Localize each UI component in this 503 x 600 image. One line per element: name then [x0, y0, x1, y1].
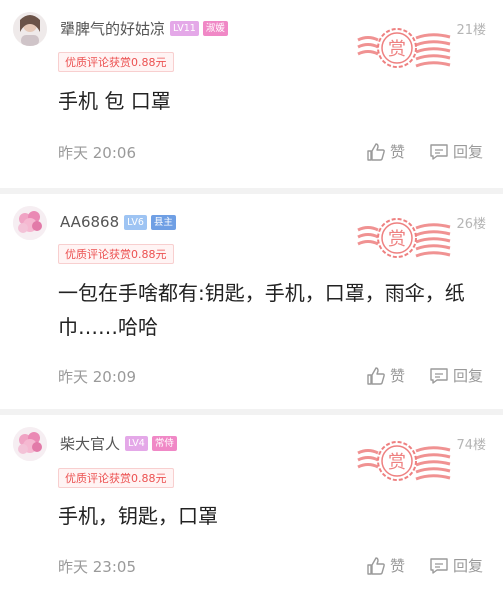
username[interactable]: 犟脾气的好姑凉 — [60, 18, 165, 39]
comment-item: AA6868 LV6 县主 26楼 赏 优质评论获赏0.88元 一包在手啥都有:… — [0, 194, 503, 409]
reply-label: 回复 — [453, 557, 484, 575]
like-label: 赞 — [390, 367, 406, 385]
floor-number: 21楼 — [456, 23, 486, 38]
thumbs-up-icon — [367, 366, 385, 385]
like-label: 赞 — [390, 557, 406, 575]
comment-time: 昨天 23:05 — [58, 558, 136, 576]
comment-content: 手机，钥匙，口罩 — [58, 504, 218, 528]
comment-bubble-icon — [430, 557, 448, 574]
avatar[interactable] — [13, 12, 47, 46]
reward-tag: 优质评论获赏0.88元 — [58, 468, 174, 488]
comment-item: 柴大官人 LV4 常侍 74楼 赏 优质评论获赏0.88元 手机，钥匙，口罩 昨… — [0, 415, 503, 600]
floor-number: 74楼 — [456, 438, 486, 453]
username[interactable]: 柴大官人 — [60, 433, 120, 454]
title-badge: 淑媛 — [202, 20, 228, 36]
comment-time: 昨天 20:09 — [58, 368, 136, 386]
reply-button[interactable]: 回复 — [429, 365, 483, 386]
comment-content: 手机 包 口罩 — [58, 89, 171, 113]
reward-tag: 优质评论获赏0.88元 — [58, 244, 174, 264]
comment-bubble-icon — [430, 143, 448, 160]
comment-content: 一包在手啥都有:钥匙，手机，口罩，雨伞，纸巾……哈哈 — [58, 281, 465, 339]
reply-button[interactable]: 回复 — [429, 555, 483, 576]
reply-button[interactable]: 回复 — [429, 141, 483, 162]
reply-label: 回复 — [453, 367, 484, 385]
level-badge: LV6 — [124, 214, 147, 230]
comment-time: 昨天 20:06 — [58, 144, 136, 162]
title-badge: 常侍 — [151, 435, 177, 451]
avatar[interactable] — [13, 206, 47, 240]
like-button[interactable]: 赞 — [366, 141, 405, 162]
stamp-text: 赏 — [388, 39, 406, 60]
reply-label: 回复 — [453, 143, 484, 161]
thumbs-up-icon — [367, 556, 385, 575]
reward-tag: 优质评论获赏0.88元 — [58, 52, 174, 72]
reward-stamp-icon: 赏 — [357, 28, 451, 68]
stamp-text: 赏 — [388, 452, 406, 473]
floor-number: 26楼 — [456, 217, 486, 232]
thumbs-up-icon — [367, 142, 385, 161]
reward-stamp-icon: 赏 — [357, 218, 451, 258]
reward-stamp-icon: 赏 — [357, 441, 451, 481]
like-button[interactable]: 赞 — [366, 555, 405, 576]
like-label: 赞 — [390, 143, 406, 161]
like-button[interactable]: 赞 — [366, 365, 405, 386]
avatar[interactable] — [13, 427, 47, 461]
level-badge: LV11 — [170, 20, 199, 36]
title-badge: 县主 — [150, 214, 176, 230]
stamp-text: 赏 — [388, 229, 406, 250]
username[interactable]: AA6868 — [60, 213, 119, 231]
comment-bubble-icon — [430, 367, 448, 384]
comment-item: 犟脾气的好姑凉 LV11 淑媛 21楼 赏 优质评论获赏0.88元 手机 包 口… — [0, 0, 503, 188]
level-badge: LV4 — [125, 435, 148, 451]
